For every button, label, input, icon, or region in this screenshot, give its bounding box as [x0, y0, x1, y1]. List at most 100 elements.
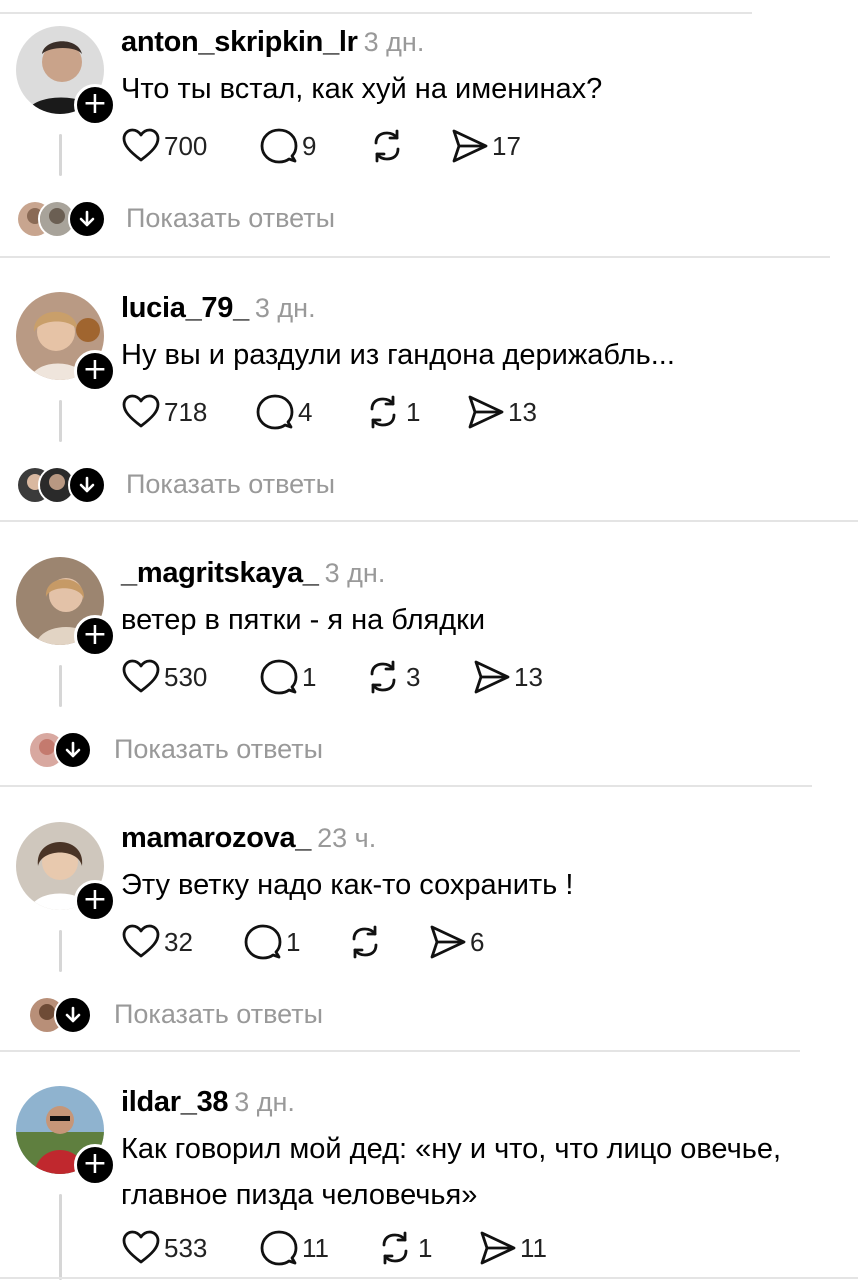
post-item: + lucia_79_ 3 дн. Ну вы и раздули из ганд…: [0, 280, 858, 520]
share-count: 6: [470, 926, 485, 957]
repost-count: 3: [406, 661, 421, 692]
post-item: + ildar_38 3 дн. Как говорил мой дед: «ну…: [0, 1074, 858, 1280]
repost-count: 1: [406, 396, 421, 427]
like-button[interactable]: 32: [121, 922, 193, 962]
repost-button[interactable]: [367, 126, 410, 166]
username[interactable]: mamarozova_: [121, 822, 311, 854]
comment-bubble-icon: [255, 392, 295, 432]
repost-button[interactable]: 1: [363, 392, 420, 432]
repost-button[interactable]: 3: [363, 657, 420, 697]
comment-bubble-icon: [259, 126, 299, 166]
arrow-down-icon[interactable]: [68, 200, 106, 238]
post-avatar-container[interactable]: +: [16, 26, 116, 126]
username[interactable]: _magritskaya_: [121, 557, 319, 589]
comment-button[interactable]: 1: [259, 657, 316, 697]
show-replies-link[interactable]: Показать ответы: [126, 466, 335, 502]
send-icon: [427, 922, 467, 962]
repost-icon: [363, 657, 403, 697]
heart-icon: [121, 392, 161, 432]
post-time: 23 ч.: [317, 823, 377, 853]
post-item: + anton_skripkin_lr 3 дн. Что ты встал, к…: [0, 14, 858, 256]
post-time: 3 дн.: [254, 293, 316, 323]
thread-line: [59, 1194, 62, 1280]
repost-icon: [367, 126, 407, 166]
comment-count: 11: [302, 1232, 329, 1263]
arrow-down-icon[interactable]: [68, 466, 106, 504]
post-time: 3 дн.: [363, 27, 425, 57]
comment-button[interactable]: 11: [259, 1228, 329, 1268]
repost-icon: [345, 922, 385, 962]
post-item: + _magritskaya_ 3 дн. ветер в пятки - я н…: [0, 545, 858, 785]
post-text: Ну вы и раздули из гандона дерижабль...: [121, 332, 675, 378]
comment-bubble-icon: [243, 922, 283, 962]
comment-count: 1: [302, 661, 317, 692]
share-button[interactable]: 11: [477, 1228, 547, 1268]
thread-line: [59, 930, 62, 972]
share-button[interactable]: 6: [427, 922, 484, 962]
post-time: 3 дн.: [234, 1087, 295, 1117]
like-count: 533: [164, 1232, 208, 1263]
post-header: lucia_79_ 3 дн.: [121, 292, 316, 325]
follow-plus-icon[interactable]: +: [74, 1144, 116, 1186]
follow-plus-icon[interactable]: +: [74, 350, 116, 392]
share-button[interactable]: 13: [471, 657, 543, 697]
post-divider: [0, 256, 830, 258]
send-icon: [471, 657, 511, 697]
repost-button[interactable]: 1: [375, 1228, 432, 1268]
comment-count: 9: [302, 130, 317, 161]
heart-icon: [121, 657, 161, 697]
follow-plus-icon[interactable]: +: [74, 880, 116, 922]
thread-line: [59, 400, 62, 442]
share-count: 13: [508, 396, 537, 427]
replies-row: Показать ответы: [16, 200, 516, 240]
repost-count: 1: [418, 1232, 433, 1263]
thread-line: [59, 665, 62, 707]
repost-icon: [375, 1228, 415, 1268]
post-text: Что ты встал, как хуй на именинах?: [121, 66, 602, 112]
like-button[interactable]: 533: [121, 1228, 207, 1268]
post-avatar-container[interactable]: +: [16, 822, 116, 922]
share-count: 11: [520, 1232, 547, 1263]
post-avatar-container[interactable]: +: [16, 557, 116, 657]
comment-count: 4: [298, 396, 313, 427]
comment-button[interactable]: 1: [243, 922, 300, 962]
send-icon: [465, 392, 505, 432]
post-avatar-container[interactable]: +: [16, 1086, 116, 1186]
comment-bubble-icon: [259, 1228, 299, 1268]
post-header: _magritskaya_ 3 дн.: [121, 557, 385, 590]
share-button[interactable]: 13: [465, 392, 537, 432]
show-replies-link[interactable]: Показать ответы: [114, 731, 323, 767]
like-button[interactable]: 530: [121, 657, 207, 697]
follow-plus-icon[interactable]: +: [74, 84, 116, 126]
post-text-line: главное пизда человечья»: [121, 1179, 478, 1211]
post-divider: [0, 1050, 800, 1052]
post-avatar-container[interactable]: +: [16, 292, 116, 392]
post-text-line: Как говорил мой дед: «ну и что, что лицо…: [121, 1133, 782, 1165]
repost-icon: [363, 392, 403, 432]
post-time: 3 дн.: [324, 558, 386, 588]
show-replies-link[interactable]: Показать ответы: [126, 200, 335, 236]
share-button[interactable]: 17: [449, 126, 521, 166]
post-text-line: Что ты встал, как хуй на именинах?: [121, 73, 603, 105]
replies-row: Показать ответы: [28, 731, 528, 771]
send-icon: [449, 126, 489, 166]
like-button[interactable]: 718: [121, 392, 207, 432]
post-text-line: ветер в пятки - я на блядки: [121, 604, 486, 636]
post-text: Как говорил мой дед: «ну и что, что лицо…: [121, 1126, 781, 1218]
arrow-down-icon[interactable]: [54, 731, 92, 769]
post-text-line: Эту ветку надо как-то сохранить !: [121, 869, 574, 901]
username[interactable]: ildar_38: [121, 1086, 229, 1118]
show-replies-link[interactable]: Показать ответы: [114, 996, 323, 1032]
like-button[interactable]: 700: [121, 126, 207, 166]
post-divider: [0, 785, 812, 787]
replies-row: Показать ответы: [28, 996, 528, 1036]
username[interactable]: anton_skripkin_lr: [121, 26, 358, 58]
like-count: 530: [164, 661, 208, 692]
heart-icon: [121, 922, 161, 962]
follow-plus-icon[interactable]: +: [74, 615, 116, 657]
repost-button[interactable]: [345, 922, 388, 962]
comment-button[interactable]: 9: [259, 126, 316, 166]
username[interactable]: lucia_79_: [121, 292, 249, 324]
comment-button[interactable]: 4: [255, 392, 312, 432]
arrow-down-icon[interactable]: [54, 996, 92, 1034]
